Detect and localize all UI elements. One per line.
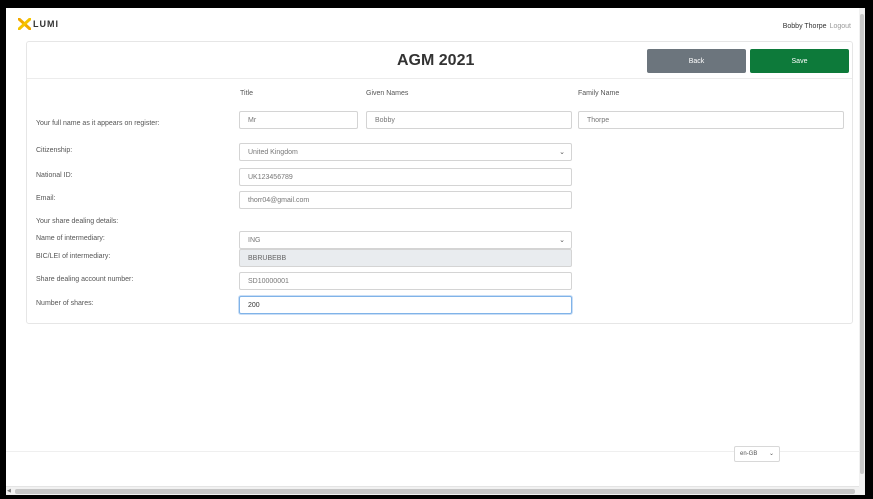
share-dealing-header: Your share dealing details: bbox=[36, 218, 119, 225]
intermediary-select[interactable]: ING ⌄ bbox=[239, 231, 572, 249]
shares-input[interactable]: 200 bbox=[239, 296, 572, 314]
logo-text: LUMI bbox=[33, 19, 59, 29]
given-names-column-label: Given Names bbox=[366, 90, 409, 97]
email-input[interactable]: thorr04@gmail.com bbox=[239, 191, 572, 209]
user-name: Bobby Thorpe bbox=[782, 23, 827, 30]
save-button[interactable]: Save bbox=[750, 49, 849, 73]
title-column-label: Title bbox=[240, 90, 253, 97]
horizontal-scroll-thumb[interactable] bbox=[15, 489, 855, 494]
citizenship-label: Citizenship: bbox=[36, 147, 73, 154]
full-name-label: Your full name as it appears on register… bbox=[36, 120, 160, 127]
page-title: AGM 2021 bbox=[397, 52, 475, 69]
chevron-down-icon: ⌄ bbox=[559, 149, 565, 156]
family-name-column-label: Family Name bbox=[578, 90, 620, 97]
national-id-label: National ID: bbox=[36, 172, 73, 179]
shares-label: Number of shares: bbox=[36, 300, 94, 307]
chevron-down-icon: ⌄ bbox=[768, 451, 774, 457]
language-value: en-GB bbox=[740, 451, 758, 457]
intermediary-label: Name of intermediary: bbox=[36, 235, 105, 242]
given-names-input[interactable]: Bobby bbox=[366, 111, 572, 129]
account-number-input[interactable]: SD10000001 bbox=[239, 272, 572, 290]
browser-viewport: LUMI Bobby Thorpe Logout AGM 2021 Back Sa… bbox=[6, 8, 865, 495]
lumi-logo[interactable]: LUMI bbox=[18, 18, 59, 30]
intermediary-value: ING bbox=[248, 236, 261, 244]
title-input[interactable]: Mr bbox=[239, 111, 358, 129]
lumi-logo-icon bbox=[18, 18, 31, 30]
email-label: Email: bbox=[36, 195, 56, 202]
bic-input: BBRUBEBB bbox=[239, 249, 572, 267]
vertical-scroll-thumb[interactable] bbox=[860, 14, 864, 474]
vertical-scrollbar[interactable] bbox=[859, 8, 865, 495]
account-number-label: Share dealing account number: bbox=[36, 276, 134, 283]
back-button[interactable]: Back bbox=[647, 49, 746, 73]
language-select[interactable]: en-GB ⌄ bbox=[734, 446, 780, 462]
scroll-left-icon[interactable]: ◀ bbox=[7, 488, 11, 494]
bic-label: BIC/LEI of intermediary: bbox=[36, 253, 111, 260]
chevron-down-icon: ⌄ bbox=[559, 237, 565, 244]
national-id-input[interactable]: UK123456789 bbox=[239, 168, 572, 186]
citizenship-select[interactable]: United Kingdom ⌄ bbox=[239, 143, 572, 161]
registration-form-card: AGM 2021 Back Save Title Given Names Fam… bbox=[26, 41, 853, 324]
citizenship-value: United Kingdom bbox=[248, 148, 298, 156]
top-bar: LUMI Bobby Thorpe Logout bbox=[6, 8, 865, 40]
logout-link[interactable]: Logout bbox=[830, 23, 851, 30]
user-menu: Bobby Thorpe Logout bbox=[783, 23, 851, 30]
horizontal-scrollbar[interactable]: ◀ ▶ bbox=[6, 486, 865, 495]
family-name-input[interactable]: Thorpe bbox=[578, 111, 844, 129]
card-header: AGM 2021 Back Save bbox=[27, 42, 852, 79]
